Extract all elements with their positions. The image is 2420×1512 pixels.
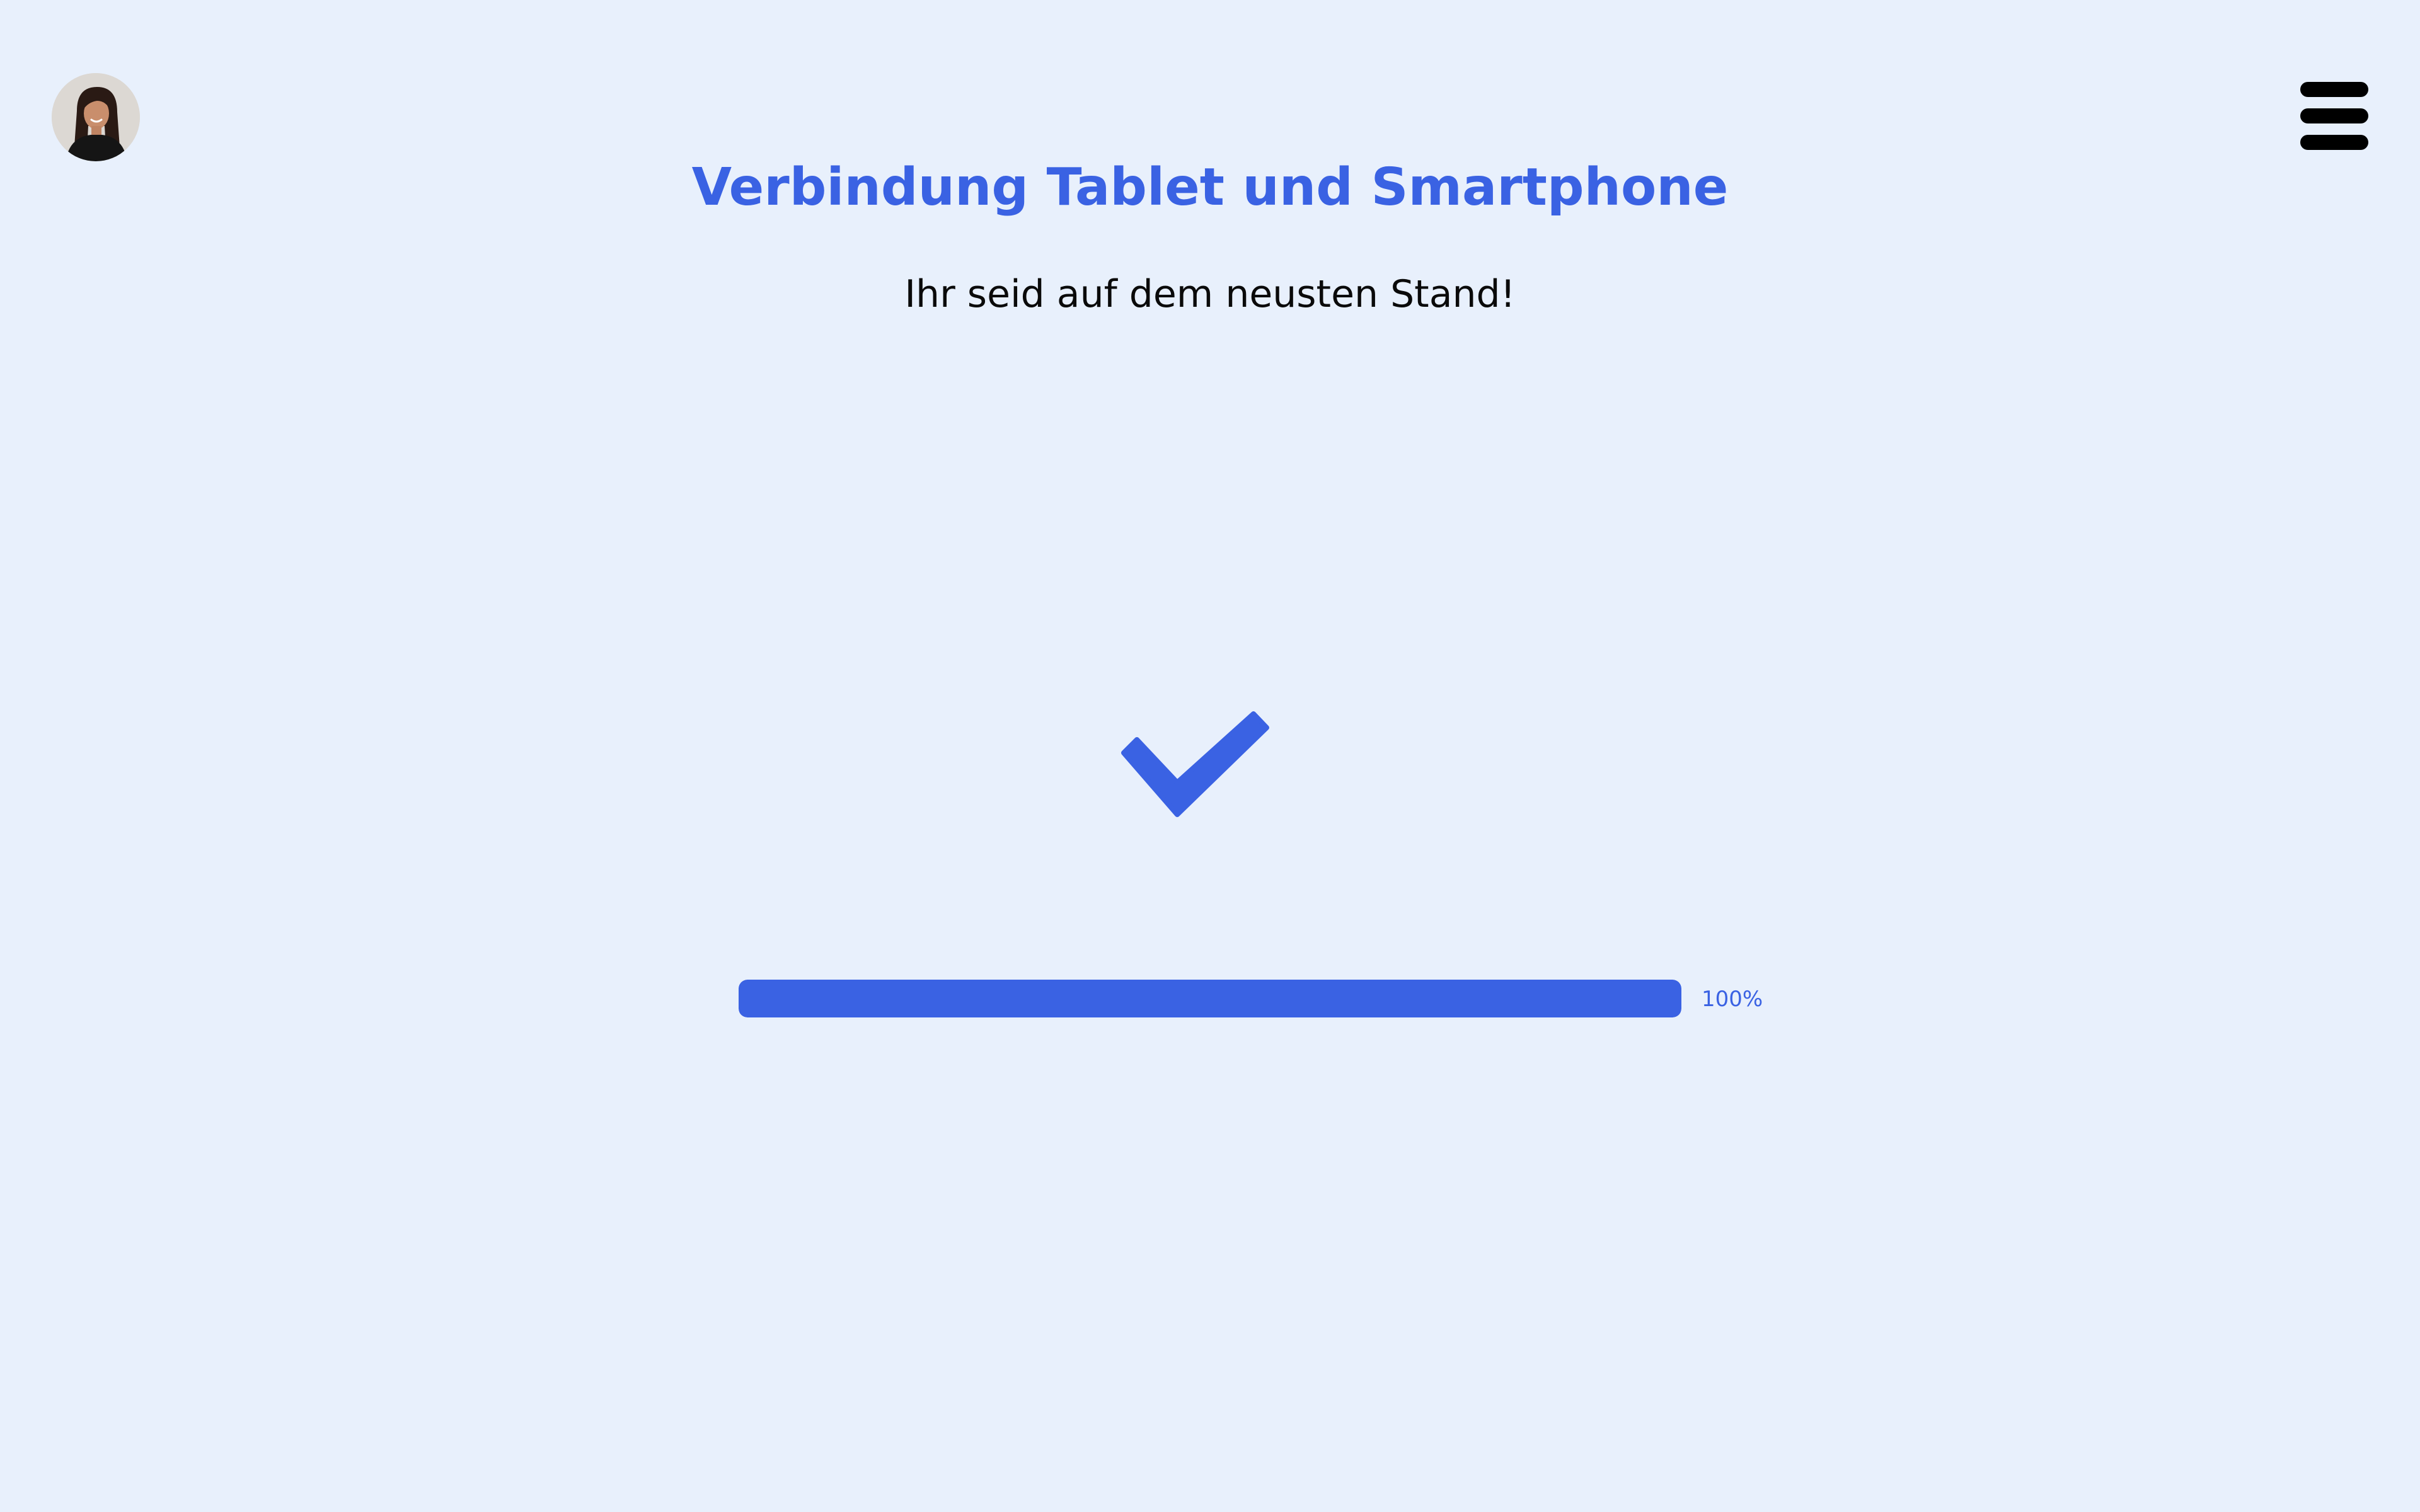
checkmark-icon: [1121, 711, 1269, 817]
status-message: Ihr seid auf dem neusten Stand!: [904, 272, 1516, 316]
user-avatar-icon: [52, 73, 140, 161]
menu-bar: [2300, 135, 2368, 150]
avatar[interactable]: [52, 73, 140, 161]
menu-bar: [2300, 82, 2368, 97]
progress-bar: [739, 980, 1681, 1017]
page-title: Verbindung Tablet und Smartphone: [691, 158, 1729, 217]
progress-bar-fill: [739, 980, 1681, 1017]
progress-percentage: 100%: [1702, 987, 1763, 1012]
hamburger-menu-button[interactable]: [2296, 79, 2372, 152]
menu-bar: [2300, 108, 2368, 123]
